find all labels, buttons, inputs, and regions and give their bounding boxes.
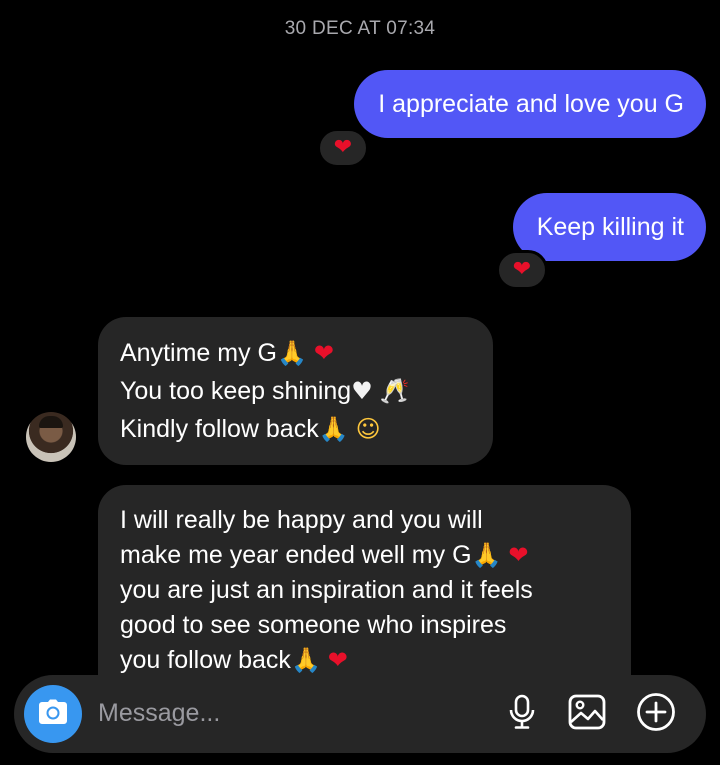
message-text: good to see someone who inspires — [120, 611, 507, 639]
message-text: you are just an inspiration and it feels — [120, 576, 533, 604]
avatar-hat — [39, 416, 63, 428]
message-line: Kindly follow back🙏 ☺ — [120, 410, 471, 448]
message-text: you follow back — [120, 646, 291, 674]
message-composer: Message... — [14, 675, 706, 753]
gallery-button[interactable] — [567, 694, 607, 734]
red-heart-icon: ❤ — [333, 135, 353, 160]
red-heart-icon: ❤ — [508, 541, 529, 569]
pray-icon: 🙏 — [471, 541, 502, 569]
red-heart-icon: ❤ — [327, 646, 348, 674]
pray-icon: 🙏 — [290, 646, 321, 674]
more-button[interactable] — [636, 692, 676, 737]
message-text: I will really be happy and you will — [120, 506, 483, 534]
message-line: make me year ended well my G🙏 ❤ — [120, 538, 609, 573]
message-line: You too keep shining♥ 🥂 — [120, 372, 471, 410]
sender-avatar[interactable] — [26, 412, 76, 462]
camera-button[interactable] — [24, 685, 82, 743]
message-line: I will really be happy and you will — [120, 503, 609, 538]
message-text: Kindly follow back — [120, 415, 319, 443]
outgoing-message[interactable]: Keep killing it — [512, 193, 706, 261]
camera-icon — [38, 699, 68, 730]
white-heart-icon: ♥ — [351, 377, 373, 405]
message-text: Anytime my G — [120, 339, 277, 367]
message-text: I appreciate and love you G — [378, 90, 684, 118]
message-line: you follow back🙏 ❤ — [120, 643, 609, 678]
message-reaction[interactable]: ❤ — [317, 128, 369, 168]
message-text: You too keep shining — [120, 377, 352, 405]
pray-icon: 🙏 — [276, 339, 307, 367]
pray-icon: 🙏 — [318, 415, 349, 443]
champagne-glasses-icon: 🥂 — [379, 377, 410, 405]
red-heart-icon: ❤ — [313, 339, 334, 367]
microphone-button[interactable] — [502, 694, 542, 734]
incoming-message[interactable]: Anytime my G🙏 ❤ You too keep shining♥ 🥂 … — [98, 317, 493, 465]
message-line: good to see someone who inspires — [120, 608, 609, 643]
message-text: make me year ended well my G — [120, 541, 472, 569]
plus-icon — [636, 692, 676, 737]
message-line: you are just an inspiration and it feels — [120, 573, 609, 608]
smile-icon: ☺ — [355, 415, 381, 443]
red-heart-icon: ❤ — [512, 257, 532, 282]
message-input[interactable]: Message... — [98, 699, 220, 728]
outgoing-message[interactable]: I appreciate and love you G — [354, 70, 706, 138]
thread-timestamp: 30 DEC AT 07:34 — [284, 18, 436, 39]
message-reaction[interactable]: ❤ — [496, 250, 548, 290]
gallery-icon — [568, 694, 606, 735]
message-line: Anytime my G🙏 ❤ — [120, 334, 471, 372]
microphone-icon — [508, 694, 536, 735]
message-text: Keep killing it — [536, 213, 684, 241]
